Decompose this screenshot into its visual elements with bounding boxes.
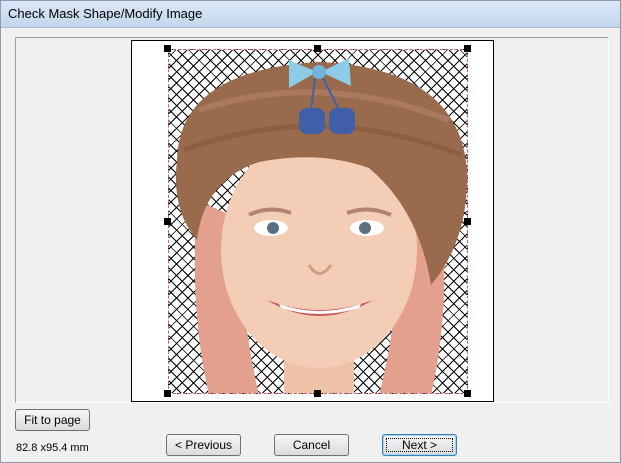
resize-handle-bottom-right[interactable]: [464, 390, 471, 397]
next-button[interactable]: Next >: [382, 434, 457, 456]
image-size-label: 82.8 x95.4 mm: [16, 442, 89, 454]
resize-handle-top-middle[interactable]: [314, 45, 321, 52]
charm-right: [329, 108, 355, 134]
child-photo: [175, 58, 467, 393]
title-bar[interactable]: Check Mask Shape/Modify Image: [1, 1, 620, 28]
cancel-button[interactable]: Cancel: [274, 434, 349, 456]
resize-handle-middle-left[interactable]: [164, 218, 171, 225]
charm-left: [299, 108, 325, 134]
resize-handle-bottom-middle[interactable]: [314, 390, 321, 397]
bow-knot: [312, 65, 326, 79]
resize-handle-top-left[interactable]: [164, 45, 171, 52]
resize-handle-top-right[interactable]: [464, 45, 471, 52]
window-title: Check Mask Shape/Modify Image: [8, 6, 203, 21]
fit-to-page-button[interactable]: Fit to page: [15, 409, 90, 431]
focus-rectangle: [386, 438, 453, 452]
previous-button[interactable]: < Previous: [166, 434, 241, 456]
resize-handle-middle-right[interactable]: [464, 218, 471, 225]
page-preview: [131, 40, 494, 402]
dialog-window: Check Mask Shape/Modify Image Fit to pag…: [0, 0, 621, 463]
mask-area[interactable]: [168, 49, 468, 394]
preview-panel: [15, 37, 609, 403]
resize-handle-bottom-left[interactable]: [164, 390, 171, 397]
